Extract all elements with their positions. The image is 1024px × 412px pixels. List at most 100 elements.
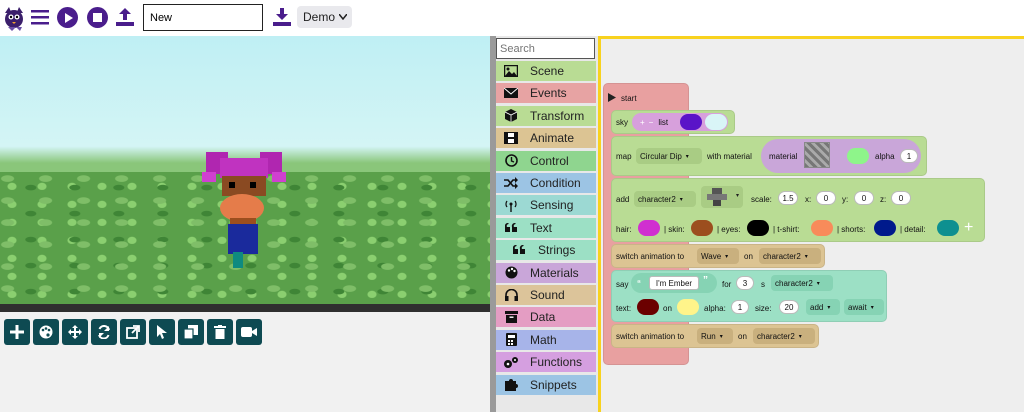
plus-icon	[10, 325, 24, 339]
color-button[interactable]	[33, 319, 59, 345]
y-input[interactable]: 0	[854, 191, 874, 205]
category-sound[interactable]: Sound	[496, 285, 596, 305]
palette-icon	[39, 325, 53, 339]
category-snippets[interactable]: Snippets	[496, 374, 596, 395]
upload-icon[interactable]	[115, 6, 135, 28]
sync-icon	[98, 325, 110, 339]
character-dropdown[interactable]: character2 ▾	[634, 191, 696, 207]
say-target-dropdown[interactable]: character2 ▾	[771, 275, 833, 291]
category-materials[interactable]: Materials	[496, 262, 596, 283]
menu-icon[interactable]	[30, 7, 50, 27]
add-button[interactable]	[4, 319, 30, 345]
category-condition[interactable]: Condition	[496, 173, 596, 193]
animation-target-dropdown[interactable]: character2 ▾	[759, 248, 821, 264]
text-color-swatch[interactable]	[637, 299, 659, 315]
duplicate-button[interactable]	[178, 319, 204, 345]
project-name-input[interactable]	[143, 4, 263, 31]
image-icon	[502, 65, 520, 77]
download-icon[interactable]	[272, 6, 292, 28]
block-search-input[interactable]	[496, 38, 595, 59]
category-label: Sound	[530, 288, 565, 302]
category-label: Control	[530, 153, 569, 168]
copy-icon	[184, 325, 198, 339]
skin-color-swatch[interactable]	[691, 220, 713, 236]
x-input[interactable]: 0	[816, 191, 836, 205]
block-workspace[interactable]: start start sky + − list map Circular Di…	[598, 36, 1024, 412]
material-color-swatch[interactable]	[847, 148, 869, 164]
character-model	[202, 152, 286, 268]
demo-select[interactable]: Demo	[297, 6, 352, 28]
antenna-icon	[502, 199, 520, 212]
quote-icon	[502, 222, 520, 233]
chevron-down-icon	[339, 14, 347, 20]
animation-target-dropdown-2[interactable]: character2 ▾	[753, 328, 815, 344]
eyes-color-swatch[interactable]	[747, 220, 769, 236]
tshirt-color-swatch[interactable]	[811, 220, 833, 236]
category-label: Events	[530, 86, 567, 101]
block-category-panel: Scene Events Transform Animate Control Condit…	[496, 36, 598, 412]
category-sensing[interactable]: Sensing	[496, 195, 596, 216]
hair-color-swatch[interactable]	[638, 220, 660, 236]
envelope-icon	[502, 88, 520, 99]
sky-color-1-swatch[interactable]	[680, 114, 702, 130]
detail-color-swatch[interactable]	[937, 220, 959, 236]
category-label: Data	[530, 310, 556, 325]
category-text[interactable]: Text	[496, 217, 596, 238]
cogs-icon	[502, 356, 520, 369]
category-transform[interactable]: Transform	[496, 105, 596, 126]
start-label: start	[621, 94, 637, 103]
category-functions[interactable]: Functions	[496, 352, 596, 373]
play-button[interactable]	[57, 7, 78, 28]
category-label: Math	[530, 332, 557, 347]
category-label: Condition	[530, 176, 581, 190]
category-label: Functions	[530, 355, 583, 370]
history-icon	[502, 154, 520, 167]
category-strings[interactable]: Strings	[496, 240, 596, 261]
play-icon	[608, 93, 616, 102]
list-minus[interactable]: −	[649, 118, 654, 127]
category-data[interactable]: Data	[496, 307, 596, 328]
video-camera-icon	[241, 327, 257, 337]
demo-select-value: Demo	[303, 10, 336, 24]
alpha-input[interactable]: 1	[900, 149, 918, 163]
text-wait-dropdown[interactable]: await ▾	[844, 299, 884, 315]
category-math[interactable]: Math	[496, 329, 596, 350]
add-color-plus-icon[interactable]: +	[964, 219, 973, 237]
text-background-swatch[interactable]	[677, 299, 699, 315]
palette-icon	[502, 266, 520, 279]
select-button[interactable]	[149, 319, 175, 345]
say-seconds-input[interactable]: 3	[736, 276, 754, 290]
list-plus[interactable]: +	[640, 118, 645, 127]
delete-button[interactable]	[207, 319, 233, 345]
category-label: Snippets	[530, 377, 577, 392]
scene-canvas[interactable]	[0, 36, 490, 312]
z-input[interactable]: 0	[891, 191, 911, 205]
map-dropdown[interactable]: Circular Dip ▾	[636, 148, 702, 164]
scale-input[interactable]: 1.5	[778, 191, 798, 205]
character-thumbnail-dropdown[interactable]: ▾	[701, 186, 743, 208]
material-texture-thumbnail[interactable]	[804, 142, 830, 168]
text-alpha-input[interactable]: 1	[731, 300, 749, 314]
animation-dropdown[interactable]: Wave ▾	[697, 248, 739, 264]
shorts-color-swatch[interactable]	[874, 220, 896, 236]
text-mode-dropdown[interactable]: add ▾	[806, 299, 840, 315]
rotate-button[interactable]	[91, 319, 117, 345]
calculator-icon	[502, 333, 520, 347]
category-label: Text	[530, 220, 553, 235]
text-size-input[interactable]: 20	[779, 300, 799, 314]
move-button[interactable]	[62, 319, 88, 345]
say-text-input[interactable]: I'm Ember	[649, 276, 699, 290]
character-thumbnail-icon	[707, 188, 727, 206]
category-events[interactable]: Events	[496, 83, 596, 104]
category-control[interactable]: Control	[496, 150, 596, 171]
category-label: Scene	[530, 64, 565, 78]
category-animate[interactable]: Animate	[496, 128, 596, 149]
scale-button[interactable]	[120, 319, 146, 345]
category-scene[interactable]: Scene	[496, 61, 596, 81]
flock-logo-icon[interactable]	[2, 5, 26, 31]
camera-button[interactable]	[236, 319, 262, 345]
stop-button[interactable]	[87, 7, 108, 28]
sky-color-2-swatch[interactable]	[705, 114, 727, 130]
animation-dropdown-2[interactable]: Run ▾	[697, 328, 733, 344]
canvas-bottom-edge	[0, 304, 490, 312]
